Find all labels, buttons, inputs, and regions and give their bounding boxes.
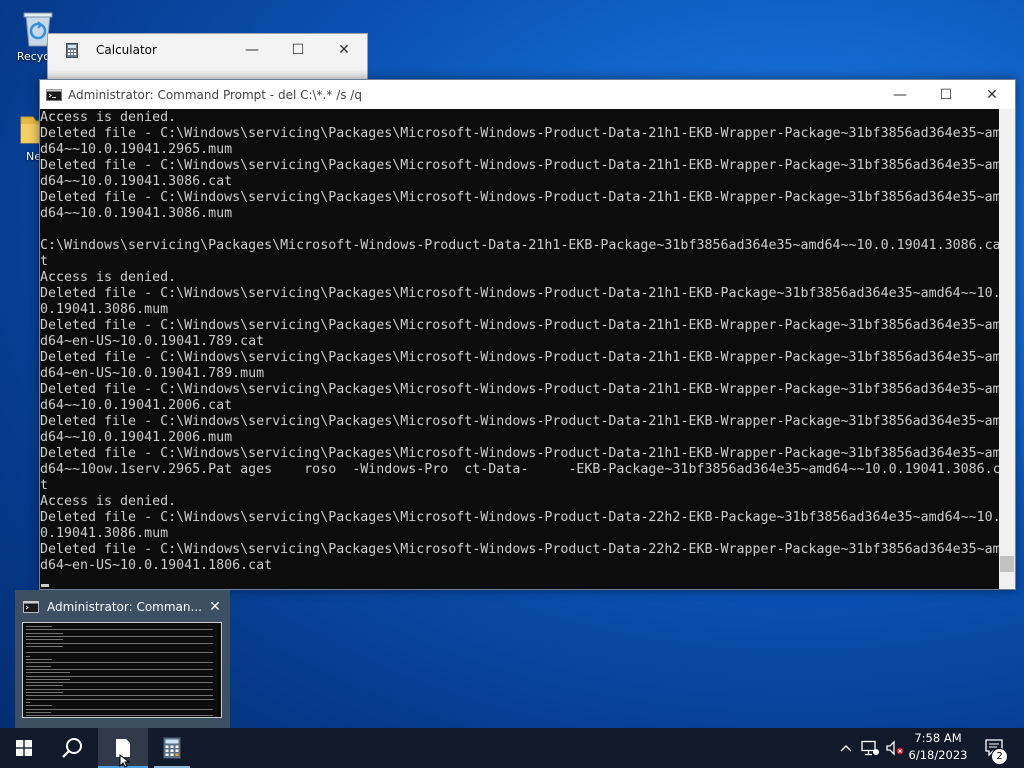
- thumbnail-text-line: [26, 662, 213, 664]
- command-prompt-maximize-button[interactable]: ☐: [923, 80, 969, 109]
- taskbar-calculator-button[interactable]: [148, 728, 196, 768]
- thumbnail-text-line: [26, 626, 52, 627]
- thumbnail-text-line: [26, 652, 213, 654]
- clock-time: 7:58 AM: [914, 731, 962, 745]
- command-prompt-minimize-button[interactable]: —: [877, 80, 923, 109]
- command-prompt-close-button[interactable]: ✕: [969, 80, 1015, 109]
- calculator-maximize-button[interactable]: ☐: [275, 34, 321, 66]
- thumbnail-text-line: [26, 685, 63, 687]
- thumbnail-text-line: [26, 701, 30, 703]
- taskbar: 7:58 AM 6/18/2023 2: [0, 728, 1024, 768]
- thumbnail-text-line: [26, 639, 63, 641]
- search-button[interactable]: [48, 728, 96, 768]
- thumbnail-titlebar: Administrator: Comman... ✕: [23, 598, 224, 616]
- thumbnail-close-button[interactable]: ✕: [206, 599, 224, 615]
- thumbnail-text-line: [26, 629, 213, 631]
- thumbnail-text-line: [26, 705, 52, 707]
- thumbnail-text-line: [26, 665, 51, 667]
- mouse-cursor-icon: [119, 754, 131, 768]
- thumbnail-title: Administrator: Comman...: [47, 600, 202, 614]
- show-hidden-icons-button[interactable]: [836, 728, 856, 768]
- clock-date: 6/18/2023: [908, 748, 968, 762]
- thumbnail-text-line: [26, 668, 213, 670]
- scrollbar-thumb[interactable]: [1000, 556, 1014, 572]
- calculator-icon: [163, 737, 181, 759]
- thumbnail-text-line: [26, 655, 30, 657]
- calculator-minimize-button[interactable]: —: [229, 34, 275, 66]
- thumbnail-text-line: [26, 645, 63, 647]
- network-icon: [861, 740, 879, 756]
- thumbnail-text-line: [26, 678, 70, 680]
- console-scrollbar[interactable]: [999, 109, 1015, 589]
- command-prompt-app-icon: [40, 88, 68, 101]
- network-button[interactable]: [858, 728, 882, 768]
- thumbnail-text-line: [26, 698, 214, 700]
- command-prompt-title: Administrator: Command Prompt - del C:\*…: [68, 87, 362, 102]
- calculator-close-button[interactable]: ✕: [321, 34, 367, 66]
- search-icon: [62, 738, 82, 758]
- command-prompt-app-icon: [23, 601, 39, 613]
- chevron-up-icon: [840, 745, 852, 752]
- thumbnail-text-line: [26, 711, 51, 713]
- thumbnail-text-line: [26, 692, 63, 693]
- console-area[interactable]: Access is denied. Deleted file - C:\Wind…: [40, 109, 1015, 589]
- start-button[interactable]: [0, 728, 48, 768]
- thumbnail-text-line: [26, 715, 213, 717]
- console-cursor: [41, 584, 49, 587]
- thumbnail-text-line: [26, 635, 213, 637]
- thumbnail-text-line: [26, 695, 213, 697]
- volume-muted-icon: [886, 740, 904, 756]
- thumbnail-text-line: [26, 659, 52, 660]
- thumbnail-text-line: [26, 672, 70, 674]
- calculator-title: Calculator: [96, 43, 157, 57]
- thumbnail-text-line: [26, 675, 213, 677]
- calculator-titlebar[interactable]: Calculator — ☐ ✕: [48, 34, 367, 66]
- taskbar-thumbnail-preview[interactable]: Administrator: Comman... ✕: [15, 590, 230, 728]
- thumbnail-text-line: [26, 642, 213, 644]
- calculator-app-icon: [48, 42, 96, 58]
- thumbnail-text-line: [26, 632, 63, 634]
- windows-logo-icon: [16, 740, 32, 756]
- action-center-button[interactable]: 2: [980, 728, 1010, 768]
- command-prompt-window[interactable]: Administrator: Command Prompt - del C:\*…: [39, 79, 1016, 590]
- thumbnail-image[interactable]: [22, 622, 222, 718]
- thumbnail-text-line: [26, 688, 213, 690]
- command-prompt-titlebar[interactable]: Administrator: Command Prompt - del C:\*…: [40, 80, 1015, 109]
- console-output: Access is denied. Deleted file - C:\Wind…: [40, 110, 1000, 573]
- thumbnail-text-line: [26, 708, 213, 710]
- notification-count-badge: 2: [991, 748, 1008, 765]
- thumbnail-text-line: [26, 682, 213, 684]
- system-clock[interactable]: 7:58 AM 6/18/2023: [903, 730, 973, 766]
